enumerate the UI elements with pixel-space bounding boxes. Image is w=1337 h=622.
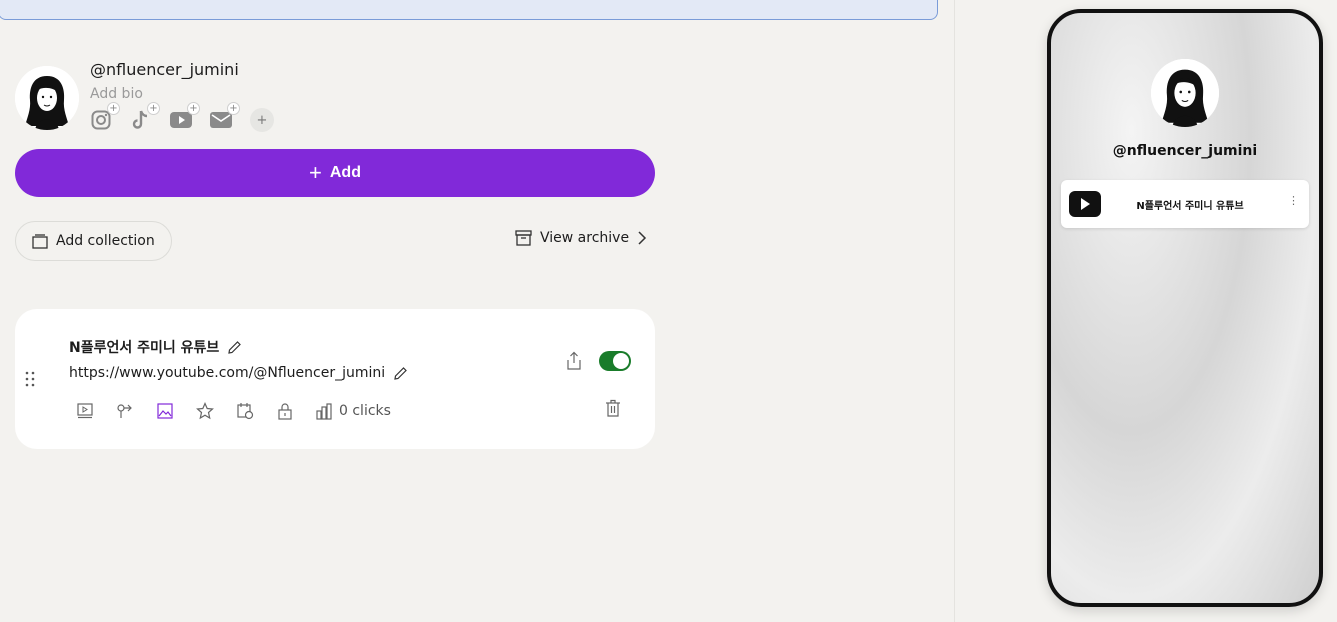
star-icon[interactable] bbox=[195, 401, 215, 421]
add-instagram-icon: + bbox=[107, 102, 120, 115]
more-options-icon[interactable]: ⋮ bbox=[1288, 194, 1299, 207]
edit-title-icon[interactable] bbox=[227, 340, 242, 355]
collection-icon bbox=[32, 234, 48, 249]
editor-panel: @nfluencer_jumini Add bio + + + + + + Ad… bbox=[0, 0, 954, 622]
chevron-right-icon bbox=[638, 231, 647, 245]
add-social-button[interactable]: + bbox=[250, 108, 274, 132]
avatar[interactable] bbox=[15, 66, 79, 130]
add-youtube-icon: + bbox=[187, 102, 200, 115]
email-icon[interactable]: + bbox=[210, 102, 240, 132]
link-title[interactable]: N플루언서 주미니 유튜브 bbox=[69, 337, 219, 357]
add-collection-label: Add collection bbox=[56, 233, 155, 249]
instagram-icon[interactable]: + bbox=[90, 102, 120, 132]
toggle-knob bbox=[613, 353, 629, 369]
add-collection-button[interactable]: Add collection bbox=[15, 221, 172, 261]
view-archive-link[interactable]: View archive bbox=[515, 230, 647, 246]
preview-handle: @nfluencer_jumini bbox=[1112, 143, 1258, 159]
link-url-row: https://www.youtube.com/@Nfluencer_jumin… bbox=[69, 365, 408, 381]
schedule-icon[interactable] bbox=[235, 401, 255, 421]
link-enabled-toggle[interactable] bbox=[599, 351, 631, 371]
view-archive-label: View archive bbox=[540, 230, 630, 246]
plus-icon: + bbox=[309, 160, 322, 185]
top-banner bbox=[0, 0, 938, 20]
clicks-count: 0 clicks bbox=[339, 403, 391, 419]
add-tiktok-icon: + bbox=[147, 102, 160, 115]
layout-icon[interactable] bbox=[75, 401, 95, 421]
link-title-row: N플루언서 주미니 유튜브 bbox=[69, 337, 242, 357]
add-email-icon: + bbox=[227, 102, 240, 115]
add-button[interactable]: + Add bbox=[15, 149, 655, 197]
share-icon[interactable] bbox=[565, 351, 583, 371]
clicks-stat[interactable]: 0 clicks bbox=[315, 402, 391, 420]
add-button-label: Add bbox=[329, 164, 361, 181]
preview-link-button[interactable]: N플루언서 주미니 유튜브 ⋮ bbox=[1061, 180, 1309, 228]
tiktok-icon[interactable]: + bbox=[130, 102, 160, 132]
preview-avatar bbox=[1151, 59, 1219, 127]
drag-handle-icon[interactable] bbox=[23, 369, 37, 389]
social-icons: + + + + + bbox=[90, 102, 274, 132]
lock-icon[interactable] bbox=[275, 401, 295, 421]
youtube-play-icon bbox=[1069, 191, 1101, 217]
youtube-icon[interactable]: + bbox=[170, 102, 200, 132]
redirect-icon[interactable] bbox=[115, 401, 135, 421]
link-url[interactable]: https://www.youtube.com/@Nfluencer_jumin… bbox=[69, 365, 385, 381]
link-card: N플루언서 주미니 유튜브 https://www.youtube.com/@N… bbox=[15, 309, 655, 449]
archive-icon bbox=[515, 230, 532, 246]
preview-link-label: N플루언서 주미니 유튜브 bbox=[1136, 201, 1244, 212]
link-tools: 0 clicks bbox=[75, 401, 391, 421]
phone-preview: @nfluencer_jumini N플루언서 주미니 유튜브 ⋮ bbox=[1047, 9, 1323, 607]
thumbnail-icon[interactable] bbox=[155, 401, 175, 421]
bio-field[interactable]: Add bio bbox=[90, 86, 143, 102]
edit-url-icon[interactable] bbox=[393, 366, 408, 381]
profile-handle[interactable]: @nfluencer_jumini bbox=[90, 60, 239, 79]
bar-chart-icon bbox=[316, 403, 332, 420]
trash-icon[interactable] bbox=[605, 399, 621, 417]
